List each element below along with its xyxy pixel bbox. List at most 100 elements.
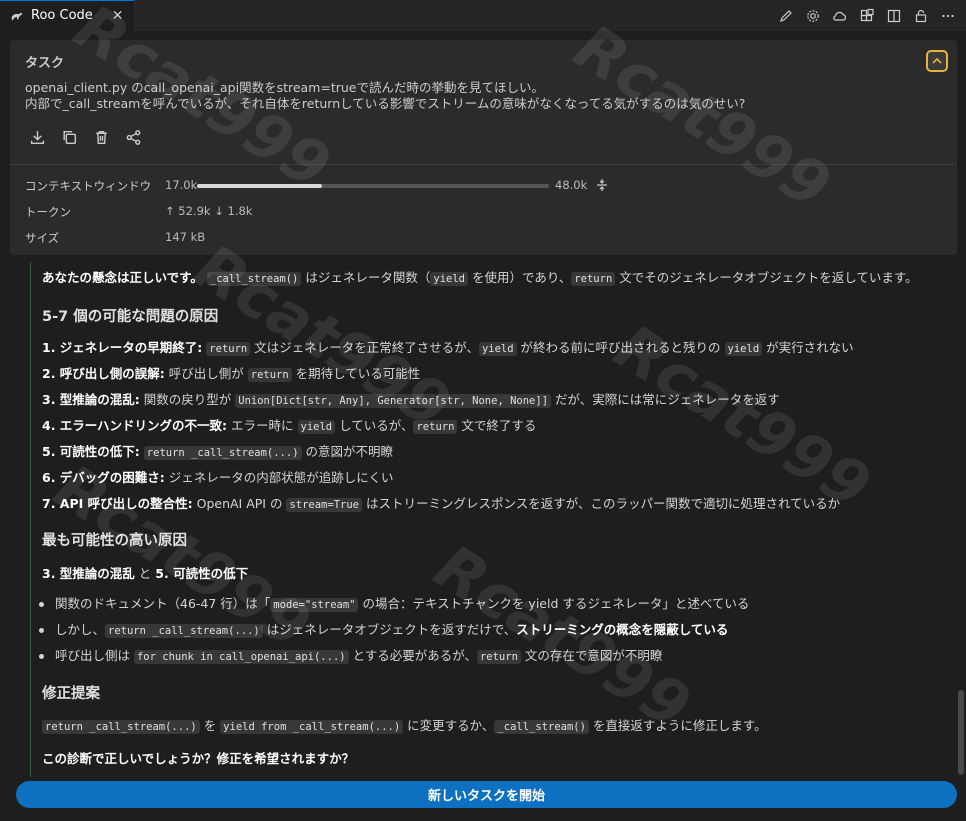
- text: 文で終了する: [457, 418, 537, 433]
- size-label: サイズ: [25, 231, 60, 245]
- intro-bold: あなたの懸念は正しいです。: [42, 270, 203, 285]
- text: 関数の戻り型が: [139, 392, 236, 407]
- context-used: 17.0k: [165, 178, 198, 192]
- inline-code: yield from _call_stream(...): [220, 720, 404, 734]
- inline-code: for chunk in call_openai_api(...): [133, 650, 349, 664]
- new-task-button[interactable]: 新しいタスクを開始: [16, 781, 957, 808]
- task-line: 内部で_call_streamを呼んでいるが、それ自体をreturnしている影響…: [25, 96, 746, 111]
- assistant-message: あなたの懸念は正しいです。 _call_stream() はジェネレータ関数（ y…: [30, 262, 958, 777]
- inline-code: return _call_stream(...): [105, 624, 263, 638]
- intro-paragraph: あなたの懸念は正しいです。 _call_stream() はジェネレータ関数（ y…: [42, 269, 918, 288]
- text: はジェネレータ関数（: [301, 270, 431, 285]
- tokens-label: トークン: [25, 205, 71, 219]
- text: と: [134, 566, 156, 581]
- text: エラー時に: [227, 418, 298, 433]
- text: 関数のドキュメント（46-47 行）は「: [55, 596, 271, 611]
- tab-roo-code[interactable]: Roo Code ✕: [0, 0, 135, 31]
- inline-code: stream=True: [286, 498, 362, 512]
- trash-icon[interactable]: [93, 129, 110, 146]
- text: 文でそのジェネレータオブジェクトを返しています。: [615, 270, 918, 285]
- text: とする必要があるが、: [348, 648, 477, 663]
- text: OpenAI API の: [192, 496, 287, 511]
- text: が終わる前に呼び出されると残りの: [516, 340, 725, 355]
- bullet-item: しかし、 return _call_stream(...) はジェネレータオブジェ…: [38, 621, 729, 640]
- inline-code: yield: [478, 342, 517, 356]
- inline-code: yield: [430, 272, 468, 286]
- bold-text: 3. 型推論の混乱: [42, 566, 135, 581]
- gear-icon[interactable]: [805, 8, 821, 24]
- list-item: 3. 型推論の混乱: 関数の戻り型が Union[Dict[str, Any],…: [42, 391, 780, 410]
- text: が実行されない: [762, 340, 854, 355]
- heading-fix: 修正提案: [42, 686, 100, 702]
- heading-causes: 5-7 個の可能な問題の原因: [42, 309, 219, 325]
- share-icon[interactable]: [125, 129, 142, 146]
- bold-text: 5. 可読性の低下: [155, 566, 249, 581]
- copy-icon[interactable]: [61, 129, 78, 146]
- task-panel: タスク openai_client.py のcall_openai_api関数を…: [10, 40, 957, 255]
- inline-code: _call_stream(): [206, 272, 302, 286]
- context-max: 48.0k: [555, 178, 588, 192]
- text: ジェネレータの内部状態が追跡しにくい: [164, 470, 394, 485]
- chevron-up-icon: [932, 57, 942, 64]
- lock-icon[interactable]: [913, 8, 929, 24]
- inline-code: return: [413, 420, 458, 434]
- list-item: 2. 呼び出し側の誤解: 呼び出し側が return を期待している可能性: [42, 365, 420, 384]
- condense-context-icon[interactable]: [595, 178, 609, 192]
- scrollbar-thumb[interactable]: [958, 690, 964, 775]
- text: 文の存在で意図が不明瞭: [520, 648, 663, 663]
- text: を期待している可能性: [291, 366, 421, 381]
- inline-code: return _call_stream(...): [42, 720, 200, 734]
- text: 文はジェネレータを正常終了させるが、: [250, 340, 479, 355]
- task-description: openai_client.py のcall_openai_api関数をstre…: [25, 80, 925, 112]
- tokens-row: トークン ↑ 52.9k ↓ 1.8k: [25, 204, 925, 230]
- more-actions-icon[interactable]: [940, 8, 956, 24]
- cloud-icon[interactable]: [832, 8, 848, 24]
- tab-bar: Roo Code ✕: [0, 0, 966, 31]
- collapse-task-button[interactable]: [926, 50, 948, 72]
- context-window-row: コンテキストウィンドウ 17.0k 48.0k: [25, 178, 925, 204]
- task-line: openai_client.py のcall_openai_api関数をstre…: [25, 80, 544, 95]
- heading-likely: 最も可能性の高い原因: [42, 533, 187, 549]
- list-item: 4. エラーハンドリングの不一致: エラー時に yield しているが、 retu…: [42, 417, 536, 436]
- task-header: タスク: [25, 56, 65, 71]
- inline-code: mode="stream": [270, 598, 359, 612]
- size-row: サイズ 147 kB: [25, 230, 925, 256]
- bold-text: ストリーミングの概念を隠蔽している: [516, 622, 729, 637]
- task-stats: コンテキストウィンドウ 17.0k 48.0k トークン ↑ 52.9k ↓ 1…: [25, 178, 925, 256]
- size-value: 147 kB: [165, 230, 206, 244]
- download-icon[interactable]: [29, 129, 46, 146]
- text: を使用）であり、: [467, 270, 572, 285]
- text: はストリーミングレスポンスを返すが、このラッパー関数で適切に処理されているか: [361, 496, 841, 511]
- context-window-label: コンテキストウィンドウ: [25, 179, 152, 193]
- likely-summary: 3. 型推論の混乱 と 5. 可読性の低下: [42, 565, 248, 583]
- closing-question: この診断で正しいでしょうか？修正を希望されますか？: [42, 750, 354, 768]
- text: はジェネレータオブジェクトを返すだけで、: [262, 622, 517, 637]
- roo-kangaroo-icon: [11, 12, 23, 20]
- split-editor-icon[interactable]: [886, 8, 902, 24]
- context-progress-fill: [197, 184, 322, 188]
- task-toolbar: [29, 129, 142, 146]
- editor-actions: [778, 0, 956, 31]
- context-progress-bar: [197, 184, 549, 188]
- inline-code: yield: [297, 420, 336, 434]
- text: の意図が不明瞭: [301, 444, 393, 459]
- inline-code: return: [476, 650, 521, 664]
- text: しかし、: [55, 622, 106, 637]
- item-title: 2. 呼び出し側の誤解:: [42, 366, 165, 381]
- item-title: 6. デバッグの困難さ:: [42, 470, 165, 485]
- inline-code: Union[Dict[str, Any], Generator[str, Non…: [235, 394, 552, 408]
- inline-code: return: [247, 368, 292, 382]
- inline-code: _call_stream(): [494, 720, 589, 734]
- inline-code: yield: [724, 342, 763, 356]
- item-title: 3. 型推論の混乱:: [42, 392, 140, 407]
- divider: [10, 164, 957, 165]
- text: しているが、: [335, 418, 414, 433]
- list-item: 7. API 呼び出しの整合性: OpenAI API の stream=Tru…: [42, 495, 840, 514]
- fix-paragraph: return _call_stream(...) を yield from _c…: [42, 717, 767, 736]
- tab-close-icon[interactable]: ✕: [112, 8, 124, 24]
- edit-pencil-icon[interactable]: [778, 8, 794, 24]
- text: 呼び出し側は: [55, 648, 134, 663]
- item-title: 5. 可読性の低下:: [42, 444, 140, 459]
- item-title: 4. エラーハンドリングの不一致:: [42, 418, 228, 433]
- extensions-icon[interactable]: [859, 8, 875, 24]
